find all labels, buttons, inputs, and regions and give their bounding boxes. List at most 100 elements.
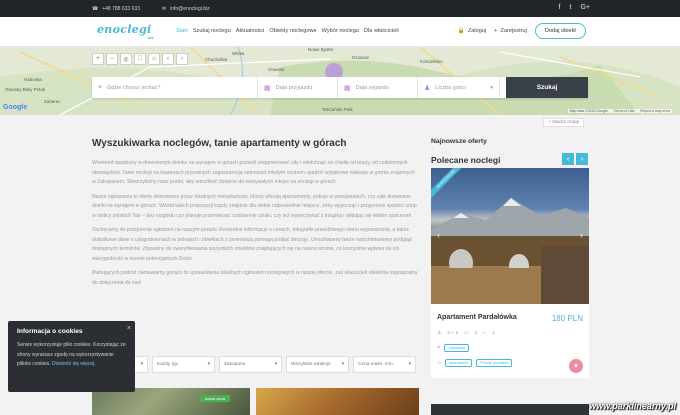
offer-amenities: ♙ 2 + 2 ▭ 2 ⌐ 1: [437, 331, 495, 336]
fullscreen-button[interactable]: ⛶: [134, 53, 146, 65]
category-tag[interactable]: Apartament: [444, 359, 473, 367]
where-field[interactable]: ⌖ Gdzie chcesz jechać?: [92, 77, 258, 98]
offer-card[interactable]: WYRÓŻNIONE ‹ › Apartament Pardałówka 180…: [431, 168, 589, 378]
terms-link[interactable]: Terms of Use: [614, 109, 635, 113]
filter-bar: ▾ Każdy typ ▾ Zakopane ▾ Wszystkie atrakcj…: [92, 356, 419, 373]
watermark: www.parklinearny.pl: [589, 401, 676, 411]
listing-card-image[interactable]: dobra cena: [92, 388, 250, 415]
next-button[interactable]: ›: [176, 53, 188, 65]
good-price-badge: dobra cena: [200, 395, 231, 402]
map-controls: + − ◎ ⛶ ⌂ ‹ ›: [92, 53, 188, 65]
register-link[interactable]: + Zarejestruj: [494, 28, 527, 34]
guests-select[interactable]: ♟ Liczba gości ▾: [418, 77, 500, 98]
map-town-label: Habovka: [24, 77, 42, 82]
twitter-icon[interactable]: t: [570, 4, 572, 11]
carousel-arrows: ‹ ›: [562, 153, 588, 165]
offer-title[interactable]: Apartament Pardałówka: [437, 314, 517, 321]
home-button[interactable]: ⌂: [148, 53, 160, 65]
map-data-text: Map data ©2020 Google: [569, 109, 608, 113]
nav-start[interactable]: Start: [176, 28, 188, 34]
mail-icon: ✉: [161, 5, 167, 12]
map-town-label: Dzianisz: [352, 55, 370, 60]
phone-number: +48 788 633 633: [102, 5, 140, 12]
close-icon[interactable]: ×: [127, 325, 131, 332]
zoom-out-button[interactable]: −: [106, 53, 118, 65]
date-to-field[interactable]: ▦ Data wyjazdu: [338, 77, 418, 98]
map-pin-icon: ⌖: [98, 83, 102, 91]
map-town-label: Chochołów: [205, 57, 228, 62]
bath-icon: ⌐: [483, 331, 487, 336]
logo-suffix: .biz: [147, 35, 154, 40]
cookie-title: Informacja o cookies: [17, 328, 83, 335]
logo-text: enoclegi: [97, 23, 152, 36]
calendar-icon: ▦: [264, 84, 271, 92]
carousel-next-button[interactable]: ›: [576, 153, 588, 165]
guests-placeholder: Liczba gości: [435, 84, 466, 91]
next-offer-preview[interactable]: [431, 404, 589, 415]
map-town-label: Nowe Bystre: [308, 47, 334, 52]
bed-icon: ▭: [464, 331, 469, 336]
where-placeholder: Gdzie chcesz jechać?: [106, 84, 161, 91]
page-title: Wyszukiwarka noclegów, tanie apartamenty…: [92, 138, 347, 149]
location-tag[interactable]: Zakopane: [444, 344, 470, 352]
nav-owners[interactable]: Dla właścicieli: [364, 28, 399, 34]
filter-select-price[interactable]: Cena maks. min. ▾: [353, 356, 416, 373]
search-form: ⌖ Gdzie chcesz jechać? ▦ Data przyjazdu …: [92, 77, 588, 98]
map-town-label: Kościelisko: [420, 59, 443, 64]
facebook-icon[interactable]: f: [559, 4, 561, 11]
listing-cards: dobra cena: [92, 388, 419, 415]
nav-choice[interactable]: Wybór noclegu: [322, 28, 359, 34]
listing-card-image[interactable]: [256, 388, 419, 415]
intro-paragraph: Planujących podróż namawiamy gorąco do s…: [92, 270, 418, 286]
nav-news[interactable]: Aktualności: [236, 28, 265, 34]
site-logo[interactable]: enoclegi .biz: [93, 21, 173, 43]
nav-menu: Start Szukaj noclegu Aktualności Obiekty…: [176, 28, 399, 34]
guests-count: 2 + 2: [447, 331, 459, 336]
phone-item[interactable]: ☎ +48 788 633 633: [92, 6, 140, 12]
carousel-prev-button[interactable]: ‹: [562, 153, 574, 165]
login-link[interactable]: 🔒 Zaloguj: [458, 28, 486, 34]
favorite-heart-icon[interactable]: ♥: [569, 359, 583, 373]
create-map-link[interactable]: + stwórz mapę: [543, 118, 585, 127]
guests-icon: ♙: [437, 331, 442, 336]
photo-next-icon[interactable]: ›: [580, 230, 583, 240]
guests-label-wrap: ♟ Liczba gości: [424, 84, 466, 92]
map-attribution: Map data ©2020 Google Terms of Use Repor…: [567, 109, 672, 113]
email-item[interactable]: ✉ info@enoclegi.biz: [162, 6, 210, 12]
google-logo: Google: [3, 104, 28, 111]
chevron-down-icon: ▾: [207, 362, 210, 367]
filter-label: Zakopane: [224, 362, 246, 367]
report-error-link[interactable]: Report a map error: [640, 109, 670, 113]
map-town-label: Oravsky Biely Potok: [5, 87, 46, 92]
google-plus-icon[interactable]: G+: [580, 4, 590, 11]
filter-select-type[interactable]: Każdy typ ▾: [152, 356, 215, 373]
offer-photo[interactable]: WYRÓŻNIONE ‹ ›: [431, 168, 589, 304]
offer-price: 180 PLN: [551, 314, 583, 323]
mountain-scene: [431, 198, 589, 304]
cookie-notice: × Informacja o cookies Serwis wykorzystu…: [8, 321, 135, 392]
cookie-more-link[interactable]: Dowiedz się więcej.: [52, 361, 96, 367]
nav-objects[interactable]: Obiekty noclegowe: [269, 28, 316, 34]
add-object-button[interactable]: Dodaj obiekt: [534, 23, 586, 39]
search-button[interactable]: Szukaj: [506, 77, 588, 98]
main-navbar: enoclegi .biz Start Szukaj noclegu Aktua…: [0, 17, 680, 47]
intro-paragraph: Weekend spędzony w drewnianym domku na w…: [92, 160, 415, 185]
nav-account: 🔒 Zaloguj + Zarejestruj Dodaj obiekt: [458, 23, 586, 39]
date-to-placeholder: Data wyjazdu: [355, 84, 389, 91]
category-tag[interactable]: Pokoje prywatne: [476, 359, 513, 367]
photo-prev-icon[interactable]: ‹: [437, 230, 440, 240]
prev-button[interactable]: ‹: [162, 53, 174, 65]
filter-select-attractions[interactable]: Wszystkie atrakcje ▾: [286, 356, 349, 373]
filter-select-location[interactable]: Zakopane ▾: [219, 356, 282, 373]
email-address: info@enoclegi.biz: [170, 5, 210, 12]
zoom-in-button[interactable]: +: [92, 53, 104, 65]
intro-paragraph: Zachęcamy do przejrzenia ogłoszeń na nas…: [92, 227, 412, 262]
date-from-field[interactable]: ▦ Data przyjazdu: [258, 77, 338, 98]
login-label: Zaloguj: [467, 28, 487, 34]
plus-icon: +: [494, 28, 498, 34]
sidebar: Najnowsze oferty Polecane noclegi ‹ › WY…: [431, 138, 589, 415]
nav-search[interactable]: Szukaj noclegu: [193, 28, 231, 34]
social-links: f t G+: [559, 4, 590, 11]
recommended-heading: Polecane noclegi: [431, 155, 501, 165]
locate-button[interactable]: ◎: [120, 53, 132, 65]
